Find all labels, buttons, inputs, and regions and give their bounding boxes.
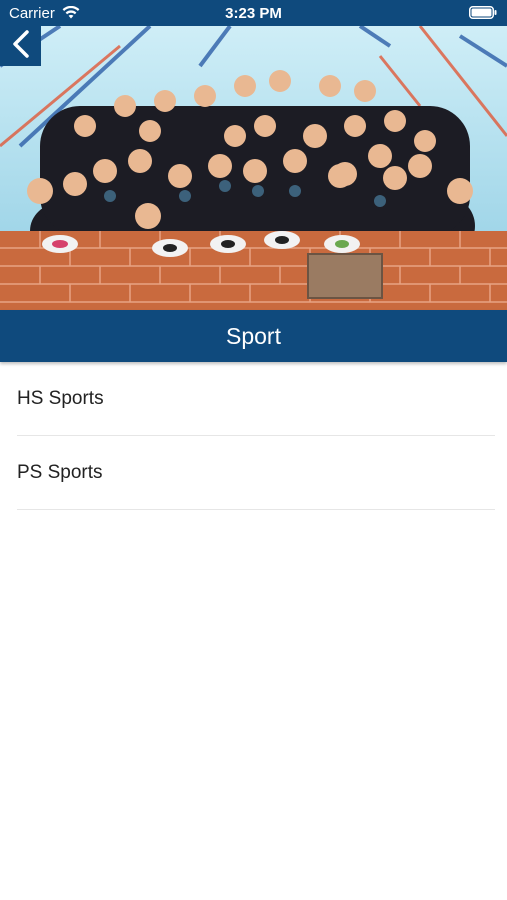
back-button[interactable]: [0, 26, 41, 66]
battery-icon: [469, 6, 497, 23]
list-item-label: PS Sports: [17, 462, 103, 483]
hero-image: [0, 26, 507, 310]
status-time: 3:23 PM: [225, 5, 282, 22]
status-bar: Carrier 3:23 PM: [0, 0, 507, 26]
list-item-label: HS Sports: [17, 388, 104, 409]
sport-list: HS Sports PS Sports: [0, 362, 507, 510]
chevron-left-icon: [11, 29, 31, 64]
list-item-hs-sports[interactable]: HS Sports: [0, 362, 507, 436]
list-item-ps-sports[interactable]: PS Sports: [0, 436, 507, 510]
page-title: Sport: [226, 322, 281, 349]
page-title-bar: Sport: [0, 310, 507, 362]
